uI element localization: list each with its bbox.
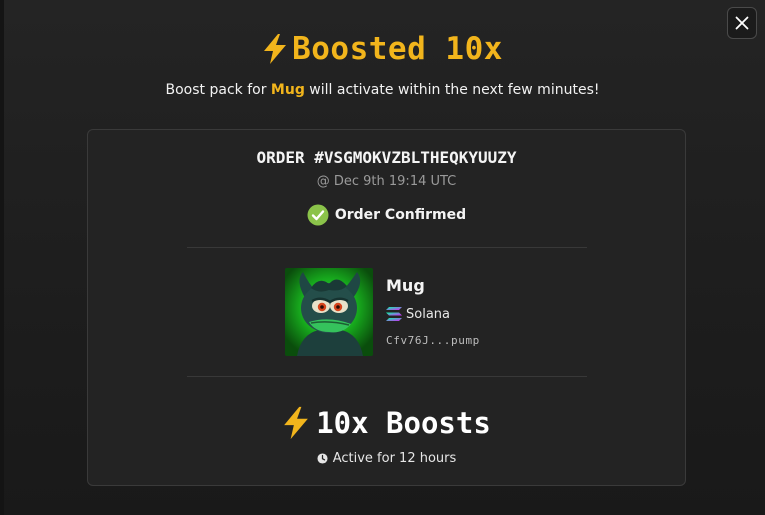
boost-duration: Active for 12 hours (88, 449, 685, 467)
boost-duration-text: Active for 12 hours (332, 450, 457, 466)
boost-amount-row: 10x Boosts (88, 401, 685, 445)
divider (187, 376, 587, 377)
lightning-icon (264, 34, 287, 64)
order-status: Order Confirmed (88, 204, 685, 226)
divider (187, 247, 587, 248)
token-chain-label: Solana (406, 306, 450, 322)
lightning-icon (284, 406, 309, 440)
token-address[interactable]: Cfv76J...pump (386, 334, 480, 347)
modal-subtitle: Boost pack for Mug will activate within … (0, 82, 765, 98)
boost-amount: 10x Boosts (316, 406, 491, 440)
subtitle-prefix: Boost pack for (165, 82, 267, 98)
subtitle-coin-name: Mug (270, 82, 305, 98)
clock-icon (317, 452, 328, 464)
order-timestamp: @ Dec 9th 19:14 UTC (316, 174, 457, 189)
modal-title: Boosted 10x (292, 31, 503, 67)
subtitle-suffix: will activate within the next few minute… (309, 82, 600, 98)
token-name: Mug (386, 276, 425, 295)
check-circle-icon (307, 204, 329, 226)
modal-title-row: Boosted 10x (0, 28, 765, 70)
window-edge (0, 0, 4, 515)
order-status-text: Order Confirmed (334, 207, 467, 223)
order-card: ORDER #VSGMOKVZBLTHEQKYUUZY @ Dec 9th 19… (87, 129, 686, 486)
order-id: ORDER #VSGMOKVZBLTHEQKYUUZY (256, 148, 517, 167)
token-avatar (285, 268, 373, 356)
token-chain: Solana (386, 305, 450, 323)
solana-icon (386, 307, 402, 321)
